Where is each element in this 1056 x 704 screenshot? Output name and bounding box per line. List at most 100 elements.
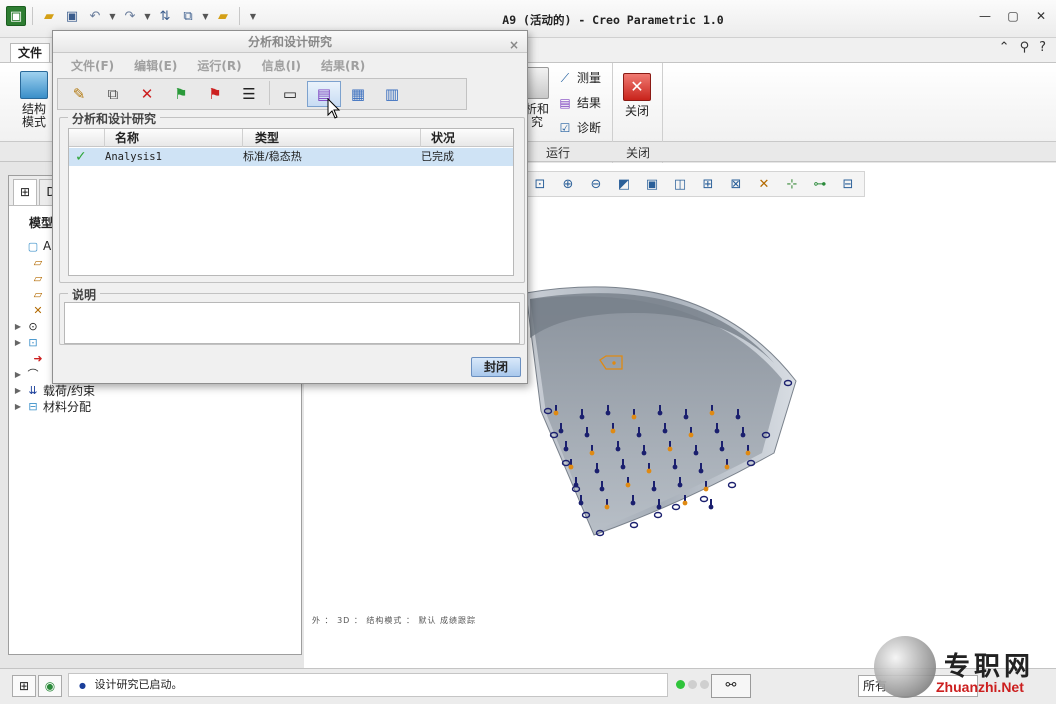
load-marker — [631, 414, 637, 420]
constraint-marker — [584, 432, 590, 438]
dialog-title-bar[interactable]: 分析和设计研究 × — [53, 31, 527, 53]
find-button[interactable]: ⚯ — [711, 674, 751, 698]
tree-item-datum-1[interactable]: ▱ — [31, 254, 45, 270]
close-study-button[interactable]: ✕ 关闭 — [620, 73, 654, 118]
status-light-icon — [676, 680, 685, 689]
constraint-marker — [641, 450, 647, 456]
constraint-marker — [636, 432, 642, 438]
description-field[interactable] — [64, 302, 520, 344]
search-icon[interactable]: ⚲ — [1020, 40, 1030, 55]
dialog-menu-bar: 文件(F) 编辑(E) 运行(R) 信息(I) 结果(R) — [53, 53, 527, 77]
column-name[interactable]: 名称 — [105, 129, 243, 147]
status-light-icon — [688, 680, 697, 689]
tab-file[interactable]: 文件 — [10, 43, 50, 62]
tree-item-idealization[interactable]: ▶ ⌒ — [13, 366, 40, 382]
constraint-marker — [563, 446, 569, 452]
constraint-marker — [605, 410, 611, 416]
studies-table: 名称 类型 状况 ✓ Analysis1 标准/稳态热 已完成 — [68, 128, 514, 276]
results-button[interactable]: ▤ 结果 — [557, 94, 601, 111]
message-bullet-icon: ● — [79, 681, 86, 690]
tree-item-csys[interactable]: ✕ — [31, 302, 45, 318]
load-marker — [646, 468, 652, 474]
menu-info[interactable]: 信息(I) — [252, 53, 311, 77]
load-marker — [589, 450, 595, 456]
batch-icon[interactable]: ▥ — [375, 81, 409, 107]
menu-results[interactable]: 结果(R) — [311, 53, 375, 77]
table-row[interactable]: ✓ Analysis1 标准/稳态热 已完成 — [69, 148, 513, 166]
toggle-navigator-button[interactable]: ⊞ — [12, 675, 36, 697]
expand-arrow-icon[interactable]: ▶ — [13, 370, 23, 379]
studies-group-label: 分析和设计研究 — [68, 110, 161, 127]
tree-item-feature-1[interactable]: ▶ ⊙ — [13, 318, 40, 334]
measure-button[interactable]: ⟋ 测量 — [557, 69, 601, 86]
menu-run[interactable]: 运行(R) — [187, 53, 251, 77]
constraint-marker — [630, 500, 636, 506]
measure-label: 测量 — [577, 71, 602, 85]
close-icon[interactable]: ✕ — [1034, 9, 1048, 23]
load-marker — [667, 446, 673, 452]
tree-item-datum-3[interactable]: ▱ — [31, 286, 45, 302]
load-marker — [682, 500, 688, 506]
display-results-icon[interactable]: ▦ — [341, 81, 375, 107]
load-marker — [724, 464, 730, 470]
window-title: A9 (活动的) - Creo Parametric 1.0 — [502, 13, 724, 27]
minimize-icon[interactable]: — — [978, 9, 992, 23]
expand-arrow-icon[interactable]: ▶ — [13, 402, 23, 411]
view-info: 外 ： 3D ： 结构模式 ： 默认 成绩跟踪 — [312, 616, 477, 625]
tree-item-material[interactable]: ▶ ⊟ 材料分配 — [13, 398, 91, 414]
watermark-logo — [874, 636, 936, 698]
status-icon[interactable]: ☰ — [232, 81, 266, 107]
load-marker — [625, 482, 631, 488]
load-marker — [745, 450, 751, 456]
toggle-browser-button[interactable]: ◉ — [38, 675, 62, 697]
load-marker — [703, 486, 709, 492]
menu-file[interactable]: 文件(F) — [61, 53, 124, 77]
structure-mode-label: 结构 模式 — [21, 102, 46, 129]
model-tree-icon: ⊞ — [18, 679, 30, 693]
group-run-label: 运行 — [546, 146, 571, 160]
completed-check-icon: ✓ — [75, 149, 87, 165]
constraint-marker — [677, 482, 683, 488]
constraint-marker — [662, 428, 668, 434]
column-type[interactable]: 类型 — [243, 129, 421, 147]
summary-icon[interactable]: ▭ — [273, 81, 307, 107]
constraint-marker — [656, 504, 662, 510]
model-tree-title: 模型 — [29, 216, 54, 230]
copy-icon[interactable]: ⧉ — [96, 81, 130, 107]
tree-item-datum-2[interactable]: ▱ — [31, 270, 45, 286]
diagnostics-button[interactable]: ☑ 诊断 — [557, 119, 601, 136]
menu-edit[interactable]: 编辑(E) — [124, 53, 187, 77]
constraint-marker — [693, 450, 699, 456]
minimize-ribbon-icon[interactable]: ⌃ — [999, 40, 1010, 55]
column-status[interactable]: 状况 — [421, 129, 513, 147]
constraint-marker — [620, 464, 626, 470]
close-red-icon: ✕ — [623, 73, 651, 101]
tree-item-insert-here[interactable]: ➜ — [31, 350, 45, 366]
ribbon-controls: ⌃ ⚲ ? — [999, 40, 1046, 55]
maximize-icon[interactable]: ▢ — [1006, 9, 1020, 23]
loads-icon: ⇊ — [28, 383, 38, 397]
tree-item-loads[interactable]: ▶ ⇊ 载荷/约束 — [13, 382, 95, 398]
constraint-marker — [573, 482, 579, 488]
studies-group: 分析和设计研究 名称 类型 状况 ✓ Analysis1 标准/稳态热 已完成 — [59, 110, 525, 283]
csys-icon: ✕ — [33, 303, 43, 317]
stop-run-icon[interactable]: ⚑ — [198, 81, 232, 107]
description-group: 说明 — [59, 286, 525, 345]
constraint-marker — [653, 511, 663, 519]
expand-arrow-icon[interactable]: ▶ — [13, 386, 23, 395]
message-area: ● 设计研究已启动。 — [68, 673, 668, 697]
expand-arrow-icon[interactable]: ▶ — [13, 338, 23, 347]
delete-icon[interactable]: ✕ — [130, 81, 164, 107]
analysis-study-icon — [525, 67, 549, 99]
start-run-icon[interactable]: ⚑ — [164, 81, 198, 107]
edit-icon[interactable]: ✎ — [62, 81, 96, 107]
help-icon[interactable]: ? — [1039, 40, 1046, 55]
regen-status-lights — [676, 680, 709, 689]
constraint-marker — [719, 446, 725, 452]
tree-item-feature-2[interactable]: ▶ ⊡ — [13, 334, 40, 350]
load-marker — [610, 428, 616, 434]
expand-arrow-icon[interactable]: ▶ — [13, 322, 23, 331]
structure-mode-button[interactable]: 结构 模式 — [16, 71, 52, 129]
dialog-close-button[interactable]: 封闭 — [471, 357, 521, 377]
tab-model-tree[interactable]: ⊞ — [13, 179, 37, 205]
